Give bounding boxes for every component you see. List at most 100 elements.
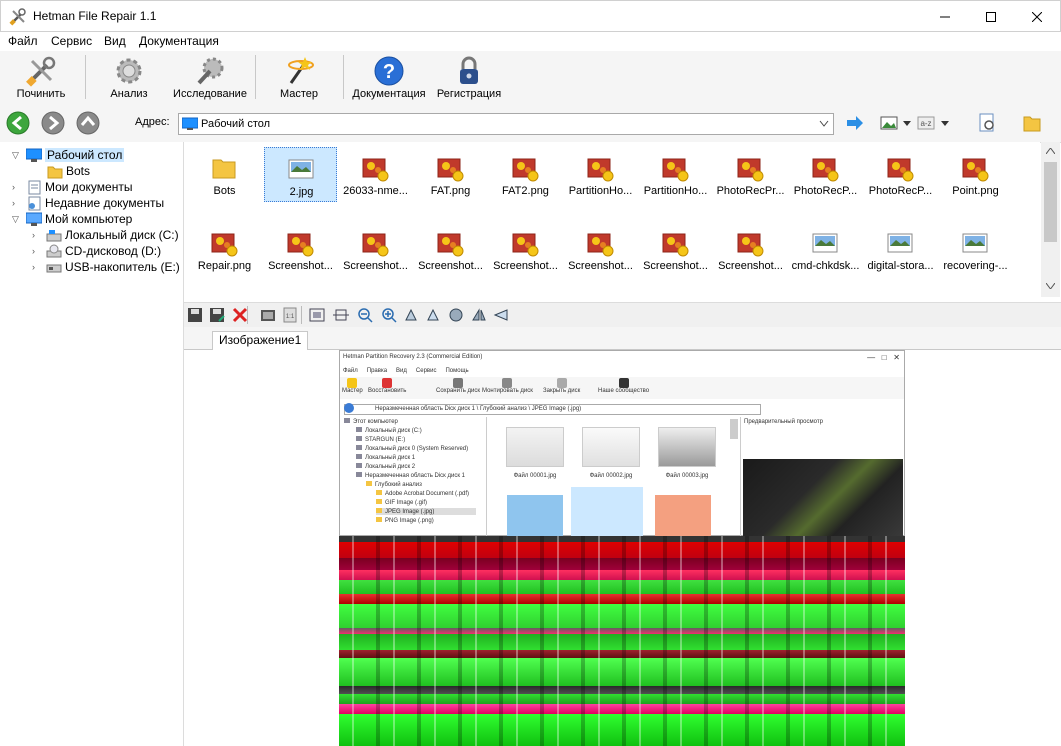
damaged-image-icon	[437, 233, 464, 257]
register-button[interactable]: Регистрация	[434, 53, 504, 102]
file-tile[interactable]: Repair.png	[188, 222, 261, 277]
zoom-out-icon[interactable]	[357, 307, 373, 323]
rotate-left-icon[interactable]	[403, 307, 419, 323]
maximize-button[interactable]	[968, 1, 1014, 32]
expand-icon[interactable]: ›	[12, 182, 22, 192]
file-tile[interactable]: FAT.png	[414, 147, 487, 202]
docs-button[interactable]: ? Документация	[350, 53, 428, 102]
file-tile[interactable]: 2.jpg	[264, 147, 337, 202]
toolbar-separator	[247, 306, 248, 324]
menu-docs[interactable]: Документация	[139, 34, 219, 48]
file-tile[interactable]: Screenshot...	[264, 222, 337, 277]
damaged-image-icon	[587, 233, 614, 257]
vertical-scrollbar[interactable]	[1041, 142, 1060, 297]
scroll-down-icon[interactable]	[1046, 283, 1055, 289]
inner-window-controls: — □ ✕	[867, 353, 900, 362]
recent-documents-icon	[28, 196, 41, 211]
scroll-up-icon[interactable]	[1046, 148, 1055, 154]
analyze-button[interactable]: Анализ	[98, 53, 160, 102]
toolbar-separator	[255, 55, 256, 99]
inner-menu-item: Правка	[366, 368, 388, 374]
file-tile[interactable]: recovering-...	[939, 222, 1012, 277]
research-button[interactable]: Исследование	[170, 53, 250, 102]
folder-icon	[47, 166, 63, 179]
file-tile[interactable]: PartitionHo...	[564, 147, 637, 202]
file-name: Screenshot...	[418, 260, 483, 272]
file-tile[interactable]: FAT2.png	[489, 147, 562, 202]
file-tile[interactable]: PhotoRecPr...	[714, 147, 787, 202]
fit-window-icon[interactable]	[309, 307, 325, 323]
forward-arrow-icon[interactable]	[41, 111, 65, 135]
wizard-button[interactable]: Мастер	[268, 53, 330, 102]
menu-file[interactable]: Файл	[8, 34, 38, 48]
file-tile[interactable]: Screenshot...	[414, 222, 487, 277]
image-file-icon	[288, 159, 314, 179]
menu-service[interactable]: Сервис	[51, 34, 92, 48]
fit-width-icon[interactable]	[333, 307, 349, 323]
chevron-down-icon[interactable]	[903, 121, 911, 126]
collapse-icon[interactable]: ▽	[12, 214, 22, 224]
go-arrow-icon[interactable]	[846, 115, 864, 131]
inner-tree-item: Неразмеченная область Diск диск 1	[356, 472, 465, 479]
address-bar: Адрес: Рабочий стол a-z	[0, 104, 1061, 143]
address-label: Адрес:	[135, 116, 170, 128]
damaged-image-icon	[887, 158, 914, 182]
file-tile[interactable]: cmd-chkdsk...	[789, 222, 862, 277]
save-as-icon[interactable]	[209, 307, 225, 323]
menu-view[interactable]: Вид	[104, 34, 126, 48]
chevron-down-icon[interactable]	[941, 121, 949, 126]
scroll-thumb[interactable]	[1044, 162, 1057, 242]
inner-thumb-photo	[655, 495, 711, 537]
inner-menu-item: Файл	[343, 368, 358, 374]
back-arrow-icon[interactable]	[6, 111, 30, 135]
inner-window: Hetman Partition Recovery 2.3 (Commercia…	[339, 350, 905, 545]
rotate-right-icon[interactable]	[425, 307, 441, 323]
file-tile[interactable]: PhotoRecP...	[864, 147, 937, 202]
preview-toggle-icon[interactable]	[977, 113, 997, 133]
inner-thumb-photo	[507, 495, 563, 537]
sort-icon[interactable]: a-z	[917, 115, 935, 131]
image-properties-icon[interactable]	[260, 307, 276, 323]
damaged-image-icon	[737, 233, 764, 257]
file-name: Screenshot...	[568, 260, 633, 272]
file-tile[interactable]: Screenshot...	[564, 222, 637, 277]
inner-thumb: Файл 00002.jpg	[576, 427, 646, 479]
inner-tree-item: GIF Image (.gif)	[376, 499, 427, 506]
damaged-image-icon	[962, 158, 989, 182]
expand-icon[interactable]: ›	[12, 198, 22, 208]
tab-image1[interactable]: Изображение1	[212, 331, 309, 350]
up-arrow-icon[interactable]	[76, 111, 100, 135]
folder-tile[interactable]: Bots	[188, 147, 261, 202]
actual-size-icon[interactable]: 1:1	[282, 307, 298, 323]
expand-icon[interactable]: ›	[32, 246, 42, 256]
save-icon[interactable]	[187, 307, 203, 323]
file-tile[interactable]: PhotoRecP...	[789, 147, 862, 202]
file-tile[interactable]: Point.png	[939, 147, 1012, 202]
chevron-down-icon[interactable]	[819, 120, 829, 128]
close-icon	[1032, 11, 1042, 22]
expand-icon[interactable]: ›	[32, 262, 42, 272]
collapse-icon[interactable]: ▽	[12, 150, 22, 160]
toolbar-separator	[343, 55, 344, 99]
flip-vertical-icon[interactable]	[493, 307, 509, 323]
address-input[interactable]: Рабочий стол	[178, 113, 834, 135]
file-tile[interactable]: PartitionHo...	[639, 147, 712, 202]
title-bar: Hetman File Repair 1.1	[0, 0, 1061, 32]
folder-panel-icon[interactable]	[1022, 113, 1042, 133]
app-tools-icon	[9, 8, 26, 26]
file-tile[interactable]: Screenshot...	[489, 222, 562, 277]
repair-button[interactable]: Починить	[8, 53, 74, 102]
file-tile[interactable]: Screenshot...	[339, 222, 412, 277]
expand-icon[interactable]: ›	[32, 230, 42, 240]
file-tile[interactable]: Screenshot...	[639, 222, 712, 277]
delete-icon[interactable]	[232, 307, 248, 323]
file-tile[interactable]: digital-stora...	[864, 222, 937, 277]
file-tile[interactable]: Screenshot...	[714, 222, 787, 277]
close-button[interactable]	[1014, 1, 1060, 32]
zoom-in-icon[interactable]	[381, 307, 397, 323]
flip-horizontal-icon[interactable]	[471, 307, 487, 323]
view-mode-icon[interactable]	[880, 115, 898, 131]
file-tile[interactable]: 26033-nme...	[339, 147, 412, 202]
rotate-icon[interactable]	[448, 307, 464, 323]
minimize-button[interactable]	[922, 1, 968, 32]
